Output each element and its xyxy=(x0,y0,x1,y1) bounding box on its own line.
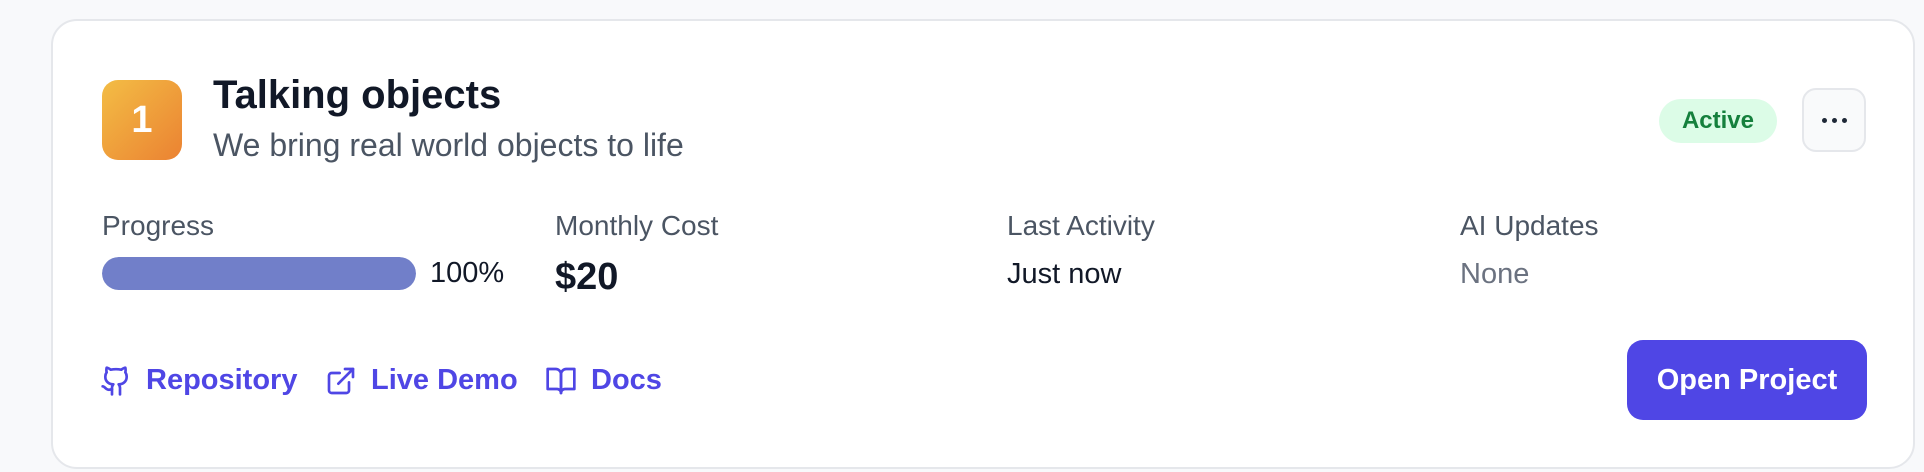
more-horizontal-icon xyxy=(1821,117,1847,123)
more-options-button[interactable] xyxy=(1802,88,1866,152)
external-link-icon xyxy=(325,365,357,397)
progress-bar-fill xyxy=(102,257,416,290)
project-title: Talking objects xyxy=(213,73,502,117)
live-demo-link-label: Live Demo xyxy=(371,364,518,396)
github-icon xyxy=(100,365,132,397)
project-subtitle: We bring real world objects to life xyxy=(213,127,684,163)
progress-label: Progress xyxy=(102,210,215,241)
progress-bar xyxy=(102,257,416,290)
docs-link-label: Docs xyxy=(591,364,662,396)
status-badge: Active xyxy=(1659,99,1777,143)
project-number-badge: 1 xyxy=(102,80,182,160)
ai-updates-label: AI Updates xyxy=(1460,210,1599,241)
repository-link-label: Repository xyxy=(146,364,298,396)
progress-percent: 100% xyxy=(430,257,505,289)
last-activity-value: Just now xyxy=(1007,258,1122,290)
ai-updates-value: None xyxy=(1460,258,1530,290)
monthly-cost-label: Monthly Cost xyxy=(555,210,719,241)
open-project-button[interactable]: Open Project xyxy=(1627,340,1867,420)
book-open-icon xyxy=(545,365,577,397)
last-activity-label: Last Activity xyxy=(1007,210,1155,241)
repository-link[interactable]: Repository xyxy=(100,364,297,397)
monthly-cost-value: $20 xyxy=(555,256,619,298)
docs-link[interactable]: Docs xyxy=(545,364,662,397)
project-card: 1 Talking objects We bring real world ob… xyxy=(51,19,1915,469)
live-demo-link[interactable]: Live Demo xyxy=(325,364,518,397)
